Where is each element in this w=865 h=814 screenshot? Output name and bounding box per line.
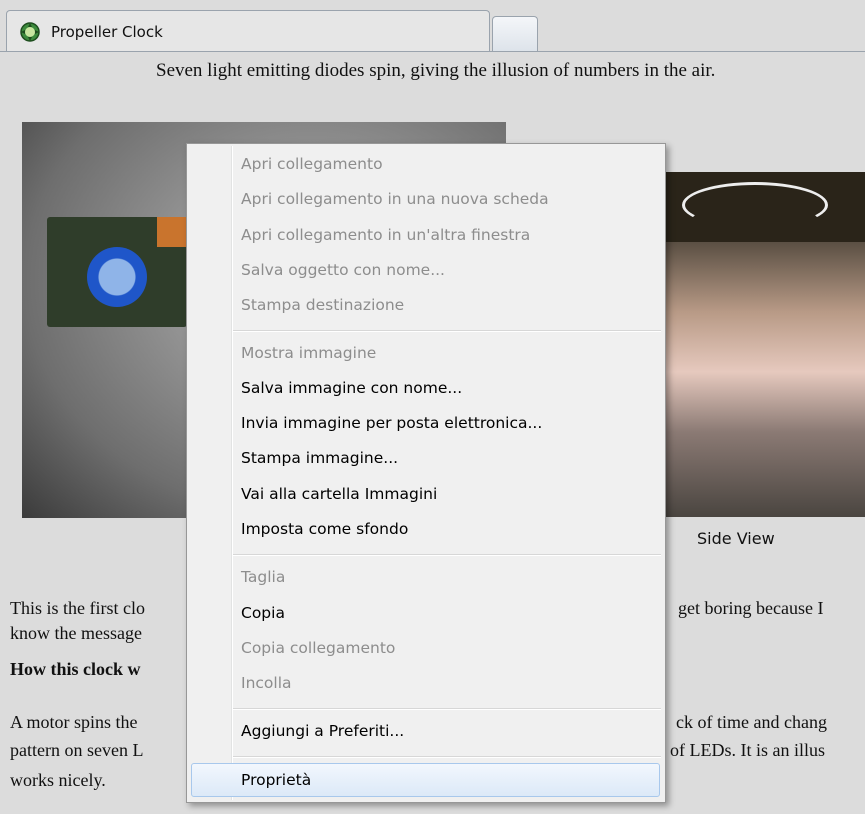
new-tab-button[interactable] <box>492 16 538 52</box>
menu-item-salva-oggetto[interactable]: Salva oggetto con nome... <box>241 261 445 279</box>
menu-item-stampa-immagine[interactable]: Stampa immagine... <box>241 449 398 467</box>
menu-item-salva-immagine[interactable]: Salva immagine con nome... <box>241 379 462 397</box>
menu-separator <box>233 708 661 710</box>
menu-icon-gutter <box>231 146 233 800</box>
tab-strip: Propeller Clock <box>0 0 865 52</box>
menu-item-taglia[interactable]: Taglia <box>241 568 285 586</box>
side-view-label: Side View <box>697 529 775 548</box>
context-menu: Apri collegamento Apri collegamento in u… <box>186 143 666 803</box>
menu-item-proprieta[interactable]: Proprietà <box>241 771 311 789</box>
menu-item-aggiungi-preferiti[interactable]: Aggiungi a Preferiti... <box>241 722 404 740</box>
menu-item-apri-collegamento[interactable]: Apri collegamento <box>241 155 383 173</box>
paragraph-line: ck of time and chang <box>676 712 827 732</box>
menu-item-invia-immagine[interactable]: Invia immagine per posta elettronica... <box>241 414 542 432</box>
clock-side-photo[interactable] <box>662 172 865 517</box>
menu-separator <box>233 330 661 332</box>
menu-item-copia-collegamento[interactable]: Copia collegamento <box>241 639 395 657</box>
paragraph-line: A motor spins the <box>10 712 138 732</box>
menu-item-stampa-destinazione[interactable]: Stampa destinazione <box>241 296 404 314</box>
section-heading: How this clock w <box>10 659 141 679</box>
tab-title: Propeller Clock <box>51 23 163 41</box>
tab-strip-divider <box>0 51 865 52</box>
wire-graphic <box>682 182 828 228</box>
paragraph-line: pattern on seven L <box>10 740 144 760</box>
menu-item-apri-collegamento-nuova-scheda[interactable]: Apri collegamento in una nuova scheda <box>241 190 549 208</box>
page-favicon-icon <box>20 22 40 42</box>
menu-item-copia[interactable]: Copia <box>241 604 285 622</box>
menu-item-imposta-sfondo[interactable]: Imposta come sfondo <box>241 520 408 538</box>
paragraph-line: works nicely. <box>10 770 106 790</box>
paragraph-line: know the message <box>10 623 142 643</box>
dial-graphic <box>87 247 147 307</box>
menu-item-mostra-immagine[interactable]: Mostra immagine <box>241 344 376 362</box>
paragraph-line: of LEDs. It is an illus <box>670 740 825 760</box>
menu-item-incolla[interactable]: Incolla <box>241 674 292 692</box>
menu-separator <box>233 554 661 556</box>
menu-item-apri-collegamento-altra-finestra[interactable]: Apri collegamento in un'altra finestra <box>241 226 530 244</box>
menu-separator <box>233 756 661 758</box>
tab-propeller-clock[interactable]: Propeller Clock <box>6 10 490 52</box>
paragraph-line: This is the first clo <box>10 598 145 618</box>
page-caption: Seven light emitting diodes spin, giving… <box>156 60 716 81</box>
circuit-board-graphic <box>47 217 197 327</box>
paragraph-line: get boring because I <box>678 598 824 618</box>
menu-item-vai-cartella-immagini[interactable]: Vai alla cartella Immagini <box>241 485 437 503</box>
